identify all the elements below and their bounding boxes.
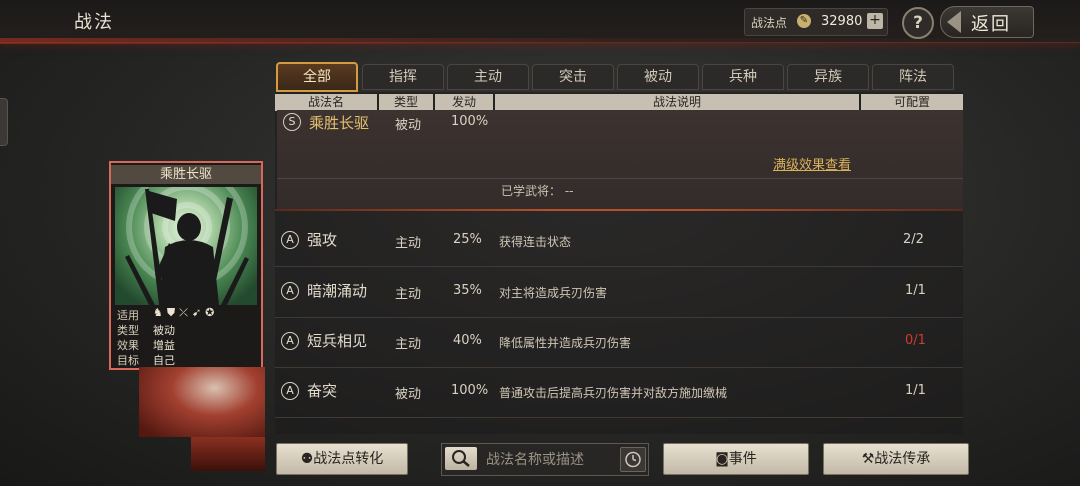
tactic-rate: 100%: [451, 383, 489, 398]
tactic-name: 强攻: [307, 231, 338, 249]
full-level-effect-link[interactable]: 满级效果查看: [773, 154, 851, 173]
event-icon: ◙: [715, 451, 729, 467]
tactic-points-display: 战法点 ✎ 32980 +: [744, 8, 888, 36]
tactic-points-label: 战法点: [751, 16, 788, 30]
tactic-description: 降低属性并造成兵刃伤害: [499, 336, 632, 350]
tactic-slots: 1/1: [905, 283, 926, 298]
tactic-type: 主动: [395, 337, 422, 352]
warrior-silhouette-image: [125, 187, 249, 305]
back-arrow-icon: [947, 11, 961, 33]
detail-divider-line: [277, 178, 963, 179]
grade-badge: A: [281, 282, 299, 300]
type-label: 类型: [117, 324, 139, 337]
tactic-rate: 25%: [453, 232, 482, 247]
tactic-card-preview[interactable]: [191, 437, 265, 471]
shield-icon: ⛊: [166, 306, 180, 319]
tactic-slots: 0/1: [905, 333, 926, 348]
event-label: 事件: [728, 451, 757, 467]
tab-formation[interactable]: 阵法: [872, 64, 954, 90]
inherit-tactic-button[interactable]: ⚒战法传承: [823, 443, 969, 475]
applies-label: 适用: [117, 309, 139, 322]
hammer-icon: ⚒: [861, 451, 875, 467]
tactic-card-title: 乘胜长驱: [111, 165, 261, 184]
category-tabs: 全部 指挥 主动 突击 被动 兵种 异族 阵法: [276, 62, 954, 92]
learned-generals-value: --: [564, 184, 574, 198]
tactic-type: 主动: [395, 236, 422, 251]
tactic-name: 暗潮涌动: [307, 282, 368, 300]
target-value: 自己: [153, 354, 175, 367]
tactic-card-preview[interactable]: [139, 367, 265, 437]
grade-badge: A: [281, 382, 299, 400]
tactic-type: 主动: [395, 287, 422, 302]
grade-badge: A: [281, 332, 299, 350]
column-header-type[interactable]: 类型: [379, 94, 433, 111]
tactic-card-illustration: [115, 187, 257, 305]
learned-generals-label: 已学武将： --: [501, 184, 574, 198]
tactic-description: 获得连击状态: [499, 235, 572, 249]
tactic-description: 普通攻击后提高兵刃伤害并对敌方施加缴械: [499, 386, 728, 400]
tab-active[interactable]: 主动: [447, 64, 529, 90]
effect-label: 效果: [117, 339, 139, 352]
tactic-type: 被动: [395, 387, 422, 402]
grade-badge: A: [281, 231, 299, 249]
convert-points-button[interactable]: ⚉战法点转化: [276, 443, 408, 475]
column-header-description: 战法说明: [495, 94, 859, 111]
tab-command[interactable]: 指挥: [362, 64, 444, 90]
search-input[interactable]: [484, 448, 618, 472]
page-title: 战法: [74, 12, 114, 33]
table-row[interactable]: A 奋突 被动 100% 普通攻击后提高兵刃伤害并对敌方施加缴械 1/1: [275, 367, 963, 418]
tactic-slots: 2/2: [903, 232, 924, 247]
spear-icon: ➹: [191, 306, 206, 319]
back-button-label: 返回: [971, 14, 1011, 35]
side-drawer-handle[interactable]: [0, 98, 8, 146]
tab-foreign[interactable]: 异族: [787, 64, 869, 90]
table-row[interactable]: A 强攻 主动 25% 获得连击状态 2/2: [275, 216, 963, 267]
convert-icon: ⚉: [300, 451, 314, 467]
search-button[interactable]: [445, 447, 477, 470]
selected-tactic-type: 被动: [395, 118, 422, 133]
column-header-name[interactable]: 战法名: [275, 94, 377, 111]
clock-icon: [625, 451, 641, 468]
tactic-rate: 35%: [453, 283, 482, 298]
tactic-point-coin-icon: ✎: [797, 14, 811, 28]
effect-value: 增益: [153, 339, 175, 352]
convert-points-label: 战法点转化: [313, 451, 384, 467]
table-row[interactable]: A 短兵相见 主动 40% 降低属性并造成兵刃伤害 0/1: [275, 317, 963, 368]
selected-tactic-name: 乘胜长驱: [309, 114, 370, 132]
cavalry-icon: ♞: [153, 306, 167, 319]
column-header-slots[interactable]: 可配置: [861, 94, 963, 111]
tactic-description: 对主将造成兵刃伤害: [499, 286, 608, 300]
bow-icon: ⤫: [179, 306, 192, 319]
tactic-points-value: 32980: [821, 14, 863, 29]
tactic-rate: 40%: [453, 333, 482, 348]
search-icon: [452, 450, 470, 467]
add-points-button[interactable]: +: [867, 13, 883, 29]
tab-troop-type[interactable]: 兵种: [702, 64, 784, 90]
tab-all[interactable]: 全部: [276, 62, 358, 92]
selected-tactic-detail[interactable]: S 乘胜长驱 被动 100% 满级效果查看 已学武将： --: [277, 110, 963, 210]
tactic-slots: 1/1: [905, 383, 926, 398]
column-header-rate[interactable]: 发动: [435, 94, 493, 111]
table-row[interactable]: A 暗潮涌动 主动 35% 对主将造成兵刃伤害 1/1: [275, 267, 963, 318]
tab-passive[interactable]: 被动: [617, 64, 699, 90]
tab-assault[interactable]: 突击: [532, 64, 614, 90]
target-label: 目标: [117, 354, 139, 367]
top-bar: 战法 战法点 ✎ 32980 + ? 返回: [0, 0, 1080, 44]
help-button[interactable]: ?: [902, 7, 934, 39]
tactic-name: 短兵相见: [307, 332, 368, 350]
selected-row-divider: [275, 209, 963, 211]
tactic-name: 奋突: [307, 382, 338, 400]
inherit-tactic-label: 战法传承: [874, 451, 931, 467]
tactic-card[interactable]: 乘胜长驱 适用 ♞⛊⤫➹✪ 类型 被动 效果 增益 目标 自己: [109, 161, 263, 370]
event-button[interactable]: ◙事件: [663, 443, 809, 475]
type-value: 被动: [153, 324, 175, 337]
search-field[interactable]: [441, 443, 649, 476]
grade-badge: S: [283, 113, 301, 131]
back-button[interactable]: 返回: [940, 6, 1034, 38]
siege-icon: ✪: [205, 306, 219, 319]
tactics-list-panel[interactable]: 战法名 类型 发动 战法说明 可配置 S 乘胜长驱 被动 100% 满级效果查看…: [275, 92, 963, 434]
applicable-troop-icons: ♞⛊⤫➹✪: [153, 306, 218, 320]
history-button[interactable]: [620, 447, 646, 472]
selected-tactic-rate: 100%: [451, 114, 489, 129]
